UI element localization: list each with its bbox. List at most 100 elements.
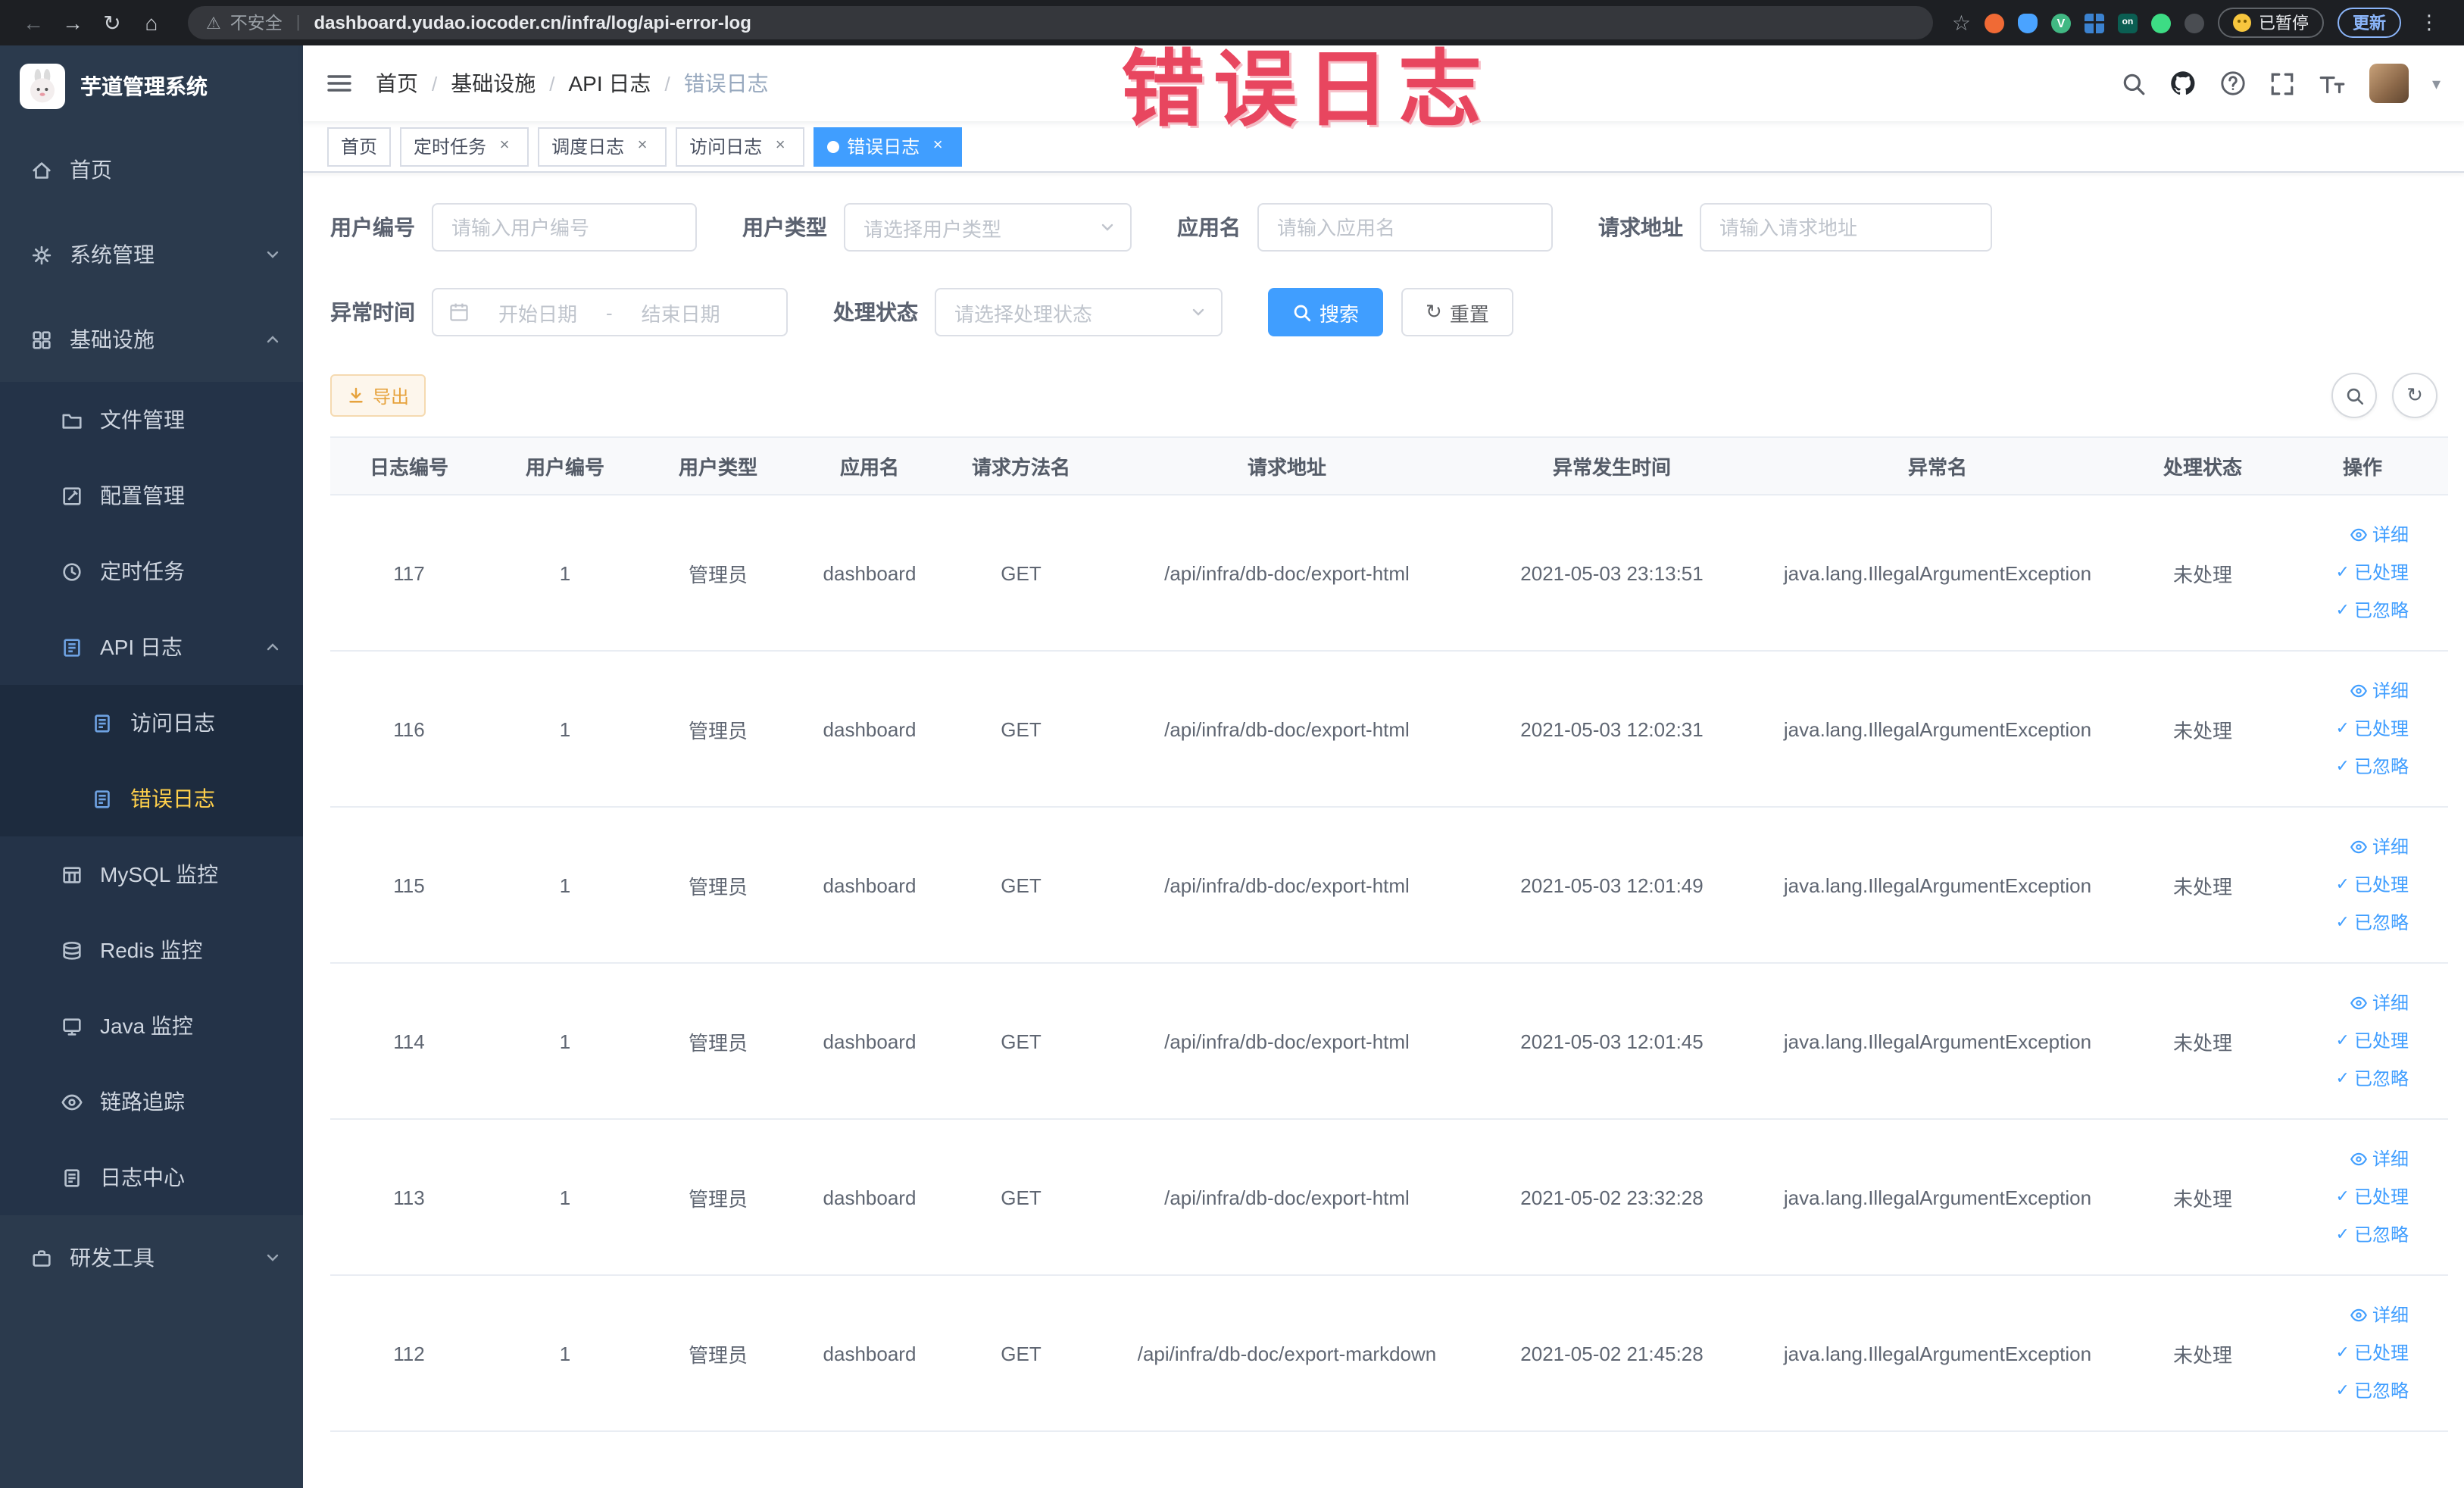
search-icon[interactable] — [2122, 70, 2147, 96]
document-icon — [95, 714, 110, 732]
browser-back-icon[interactable]: ← — [15, 5, 52, 41]
sidebar-item-mysql-monitor[interactable]: MySQL 监控 — [0, 836, 303, 912]
mark-ignored-link[interactable]: ✓ 已忽略 — [2283, 1060, 2409, 1098]
browser-menu-icon[interactable]: ⋮ — [2415, 11, 2444, 35]
paused-badge-label: 已暂停 — [2259, 15, 2309, 33]
security-label[interactable]: 不安全 — [230, 11, 283, 35]
close-icon[interactable]: × — [770, 136, 791, 157]
extension-icon[interactable] — [1985, 13, 2004, 33]
sidebar-item-access-log[interactable]: 访问日志 — [0, 685, 303, 761]
extension-icon[interactable] — [2085, 13, 2104, 33]
mark-processed-link[interactable]: ✓ 已处理 — [2283, 866, 2409, 904]
sidebar-item-api-log[interactable]: API 日志 — [0, 609, 303, 685]
user-id-input[interactable] — [432, 203, 697, 252]
reset-button[interactable]: ↻ 重置 — [1401, 288, 1513, 336]
sidebar-item-file-management[interactable]: 文件管理 — [0, 382, 303, 458]
extension-icon[interactable]: on — [2118, 13, 2138, 33]
browser-forward-icon[interactable]: → — [55, 5, 91, 41]
breadcrumb-item[interactable]: 基础设施 — [451, 68, 536, 98]
edit-icon — [63, 486, 81, 505]
mark-processed-link[interactable]: ✓ 已处理 — [2283, 1022, 2409, 1060]
cell-exception-name: java.lang.IllegalArgumentException — [1747, 495, 2128, 652]
tab-label: 调度日志 — [551, 136, 625, 158]
toggle-search-button[interactable] — [2331, 373, 2377, 418]
app-name-input[interactable] — [1257, 203, 1553, 252]
mark-processed-link[interactable]: ✓ 已处理 — [2283, 710, 2409, 748]
mark-ignored-link[interactable]: ✓ 已忽略 — [2283, 592, 2409, 630]
tab-scheduled-jobs[interactable]: 定时任务 × — [400, 127, 529, 166]
mark-ignored-link[interactable]: ✓ 已忽略 — [2283, 1372, 2409, 1410]
ignored-label: 已忽略 — [2353, 1068, 2409, 1089]
tab-error-log[interactable]: 错误日志 × — [814, 127, 963, 166]
cell-user-id: 1 — [488, 807, 642, 964]
export-button[interactable]: 导出 — [330, 374, 426, 417]
sidebar-item-dev-tools[interactable]: 研发工具 — [0, 1215, 303, 1300]
fullscreen-icon[interactable] — [2270, 70, 2296, 96]
browser-update-button[interactable]: 更新 — [2338, 8, 2401, 38]
github-icon[interactable] — [2170, 70, 2197, 97]
search-button[interactable]: 搜索 — [1268, 288, 1384, 336]
cell-actions: 详细 ✓ 已处理 ✓ 已忽略 — [2277, 1119, 2448, 1276]
close-icon[interactable]: × — [632, 136, 653, 157]
detail-link[interactable]: 详细 — [2283, 516, 2409, 554]
sidebar-item-scheduled-jobs[interactable]: 定时任务 — [0, 533, 303, 609]
close-icon[interactable]: × — [494, 136, 515, 157]
refresh-button[interactable]: ↻ — [2392, 373, 2437, 418]
sidebar-item-label: 错误日志 — [130, 786, 215, 811]
detail-link[interactable]: 详细 — [2283, 672, 2409, 710]
sidebar-item-log-center[interactable]: 日志中心 — [0, 1139, 303, 1215]
browser-reload-icon[interactable]: ↻ — [94, 5, 130, 41]
detail-link[interactable]: 详细 — [2283, 984, 2409, 1022]
cell-status: 未处理 — [2128, 495, 2277, 652]
close-icon[interactable]: × — [927, 136, 948, 157]
page-url[interactable]: dashboard.yudao.iocoder.cn/infra/log/api… — [314, 12, 751, 33]
app-logo[interactable]: 芋道管理系统 — [0, 45, 303, 127]
sidebar-item-trace[interactable]: 链路追踪 — [0, 1064, 303, 1139]
cell-log-id: 112 — [330, 1275, 488, 1432]
tab-schedule-log[interactable]: 调度日志 × — [538, 127, 667, 166]
browser-home-icon[interactable]: ⌂ — [133, 5, 170, 41]
extension-icon[interactable] — [2018, 13, 2038, 33]
detail-label: 详细 — [2372, 1148, 2409, 1169]
sidebar-item-system-management[interactable]: 系统管理 — [0, 212, 303, 297]
sidebar-item-config-management[interactable]: 配置管理 — [0, 458, 303, 533]
search-button-label: 搜索 — [1319, 302, 1360, 325]
mark-ignored-link[interactable]: ✓ 已忽略 — [2283, 904, 2409, 942]
font-size-icon[interactable] — [2319, 70, 2347, 96]
check-icon: ✓ — [2335, 1031, 2350, 1049]
extension-icon[interactable]: V — [2051, 13, 2071, 33]
user-menu-caret-icon[interactable]: ▾ — [2432, 73, 2441, 93]
breadcrumb-item[interactable]: 首页 — [376, 68, 418, 98]
mark-ignored-link[interactable]: ✓ 已忽略 — [2283, 748, 2409, 786]
extension-icon[interactable] — [2151, 13, 2171, 33]
mark-processed-link[interactable]: ✓ 已处理 — [2283, 1334, 2409, 1372]
mark-processed-link[interactable]: ✓ 已处理 — [2283, 1178, 2409, 1216]
detail-link[interactable]: 详细 — [2283, 1296, 2409, 1334]
request-url-input[interactable] — [1700, 203, 1992, 252]
mark-processed-link[interactable]: ✓ 已处理 — [2283, 554, 2409, 592]
sidebar-item-home[interactable]: 首页 — [0, 127, 303, 212]
paused-badge[interactable]: 已暂停 — [2218, 8, 2324, 38]
main-area: 首页 / 基础设施 / API 日志 / 错误日志 ▾ 首页 定时任务 × 调度… — [303, 45, 2464, 1488]
mark-ignored-link[interactable]: ✓ 已忽略 — [2283, 1216, 2409, 1254]
sidebar-collapse-icon[interactable] — [303, 45, 376, 121]
sidebar-item-error-log[interactable]: 错误日志 — [0, 761, 303, 836]
process-status-select[interactable]: 请选择处理状态 — [935, 288, 1223, 336]
search-form: 用户编号 用户类型 请选择用户类型 应用名 — [303, 173, 2464, 373]
sidebar-item-infrastructure[interactable]: 基础设施 — [0, 297, 303, 382]
breadcrumb-item[interactable]: API 日志 — [569, 68, 651, 98]
user-type-select[interactable]: 请选择用户类型 — [844, 203, 1132, 252]
cell-user-type: 管理员 — [642, 495, 794, 652]
help-icon[interactable] — [2220, 70, 2247, 97]
tab-home[interactable]: 首页 — [327, 127, 392, 166]
detail-link[interactable]: 详细 — [2283, 828, 2409, 866]
sidebar-item-java-monitor[interactable]: Java 监控 — [0, 988, 303, 1064]
address-bar[interactable]: ⚠ 不安全 | dashboard.yudao.iocoder.cn/infra… — [188, 6, 1934, 39]
user-avatar[interactable] — [2369, 64, 2409, 103]
bookmark-star-icon[interactable]: ☆ — [1952, 10, 1971, 36]
exception-time-range-picker[interactable]: 开始日期 - 结束日期 — [432, 288, 788, 336]
detail-link[interactable]: 详细 — [2283, 1140, 2409, 1178]
sidebar-item-redis-monitor[interactable]: Redis 监控 — [0, 912, 303, 988]
tab-access-log[interactable]: 访问日志 × — [676, 127, 805, 166]
extension-icon[interactable] — [2184, 13, 2204, 33]
